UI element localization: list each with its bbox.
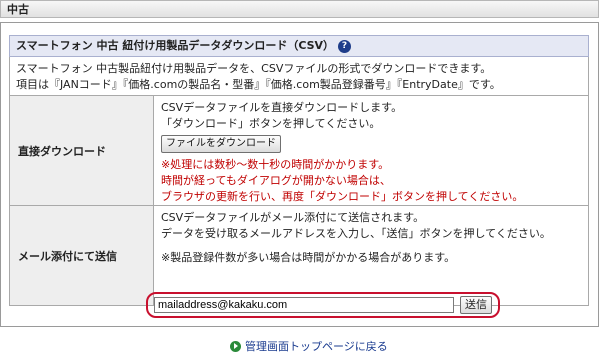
csv-download-panel: スマートフォン 中古 紐付け用製品データダウンロード（CSV）? スマートフォン…	[0, 22, 599, 327]
description-line: 項目は『JANコード』『価格.comの製品名・型番』『価格.com製品登録番号』…	[16, 78, 501, 91]
mail-note: ※製品登録件数が多い場合は時間がかかる場合があります。	[161, 251, 456, 264]
email-send-highlight: 送信	[146, 292, 500, 318]
back-to-top-label[interactable]: 管理画面トップページに戻る	[245, 338, 388, 354]
email-address-input[interactable]	[154, 297, 454, 313]
direct-download-label: 直接ダウンロード	[10, 96, 154, 205]
panel-title: スマートフォン 中古 紐付け用製品データダウンロード（CSV）	[16, 39, 335, 52]
download-file-button[interactable]: ファイルをダウンロード	[161, 135, 281, 153]
direct-line: CSVデータファイルを直接ダウンロードします。	[161, 101, 403, 114]
direct-download-row: 直接ダウンロード CSVデータファイルを直接ダウンロードします。 「ダウンロード…	[9, 96, 589, 206]
mail-line: CSVデータファイルがメール添付にて送信されます。	[161, 211, 425, 224]
direct-download-content: CSVデータファイルを直接ダウンロードします。 「ダウンロード」ボタンを押してく…	[155, 96, 588, 205]
back-to-top-link[interactable]: 管理画面トップページに戻る	[230, 338, 388, 354]
section-header: 中古	[0, 0, 599, 18]
direct-note: ブラウザの更新を行い、再度「ダウンロード」ボタンを押してください。	[161, 190, 524, 203]
description-line: スマートフォン 中古製品紐付け用製品データを、CSVファイルの形式でダウンロード…	[16, 62, 492, 75]
mail-line: データを受け取るメールアドレスを入力し、「送信」ボタンを押してください。	[161, 227, 551, 240]
arrow-circle-icon	[230, 340, 241, 352]
panel-description: スマートフォン 中古製品紐付け用製品データを、CSVファイルの形式でダウンロード…	[9, 57, 589, 96]
mail-send-row: メール添付にて送信 CSVデータファイルがメール添付にて送信されます。 データを…	[9, 206, 589, 306]
mail-send-content: CSVデータファイルがメール添付にて送信されます。 データを受け取るメールアドレ…	[155, 206, 588, 305]
direct-line: 「ダウンロード」ボタンを押してください。	[161, 117, 381, 130]
mail-send-label: メール添付にて送信	[10, 206, 154, 305]
direct-note: ※処理には数秒～数十秒の時間がかかります。	[161, 158, 390, 171]
question-circle-icon[interactable]: ?	[338, 39, 352, 53]
direct-note: 時間が経ってもダイアログが開かない場合は、	[161, 174, 391, 187]
panel-title-bar: スマートフォン 中古 紐付け用製品データダウンロード（CSV）?	[9, 35, 589, 57]
send-button[interactable]: 送信	[460, 296, 492, 314]
section-title: 中古	[7, 3, 29, 16]
